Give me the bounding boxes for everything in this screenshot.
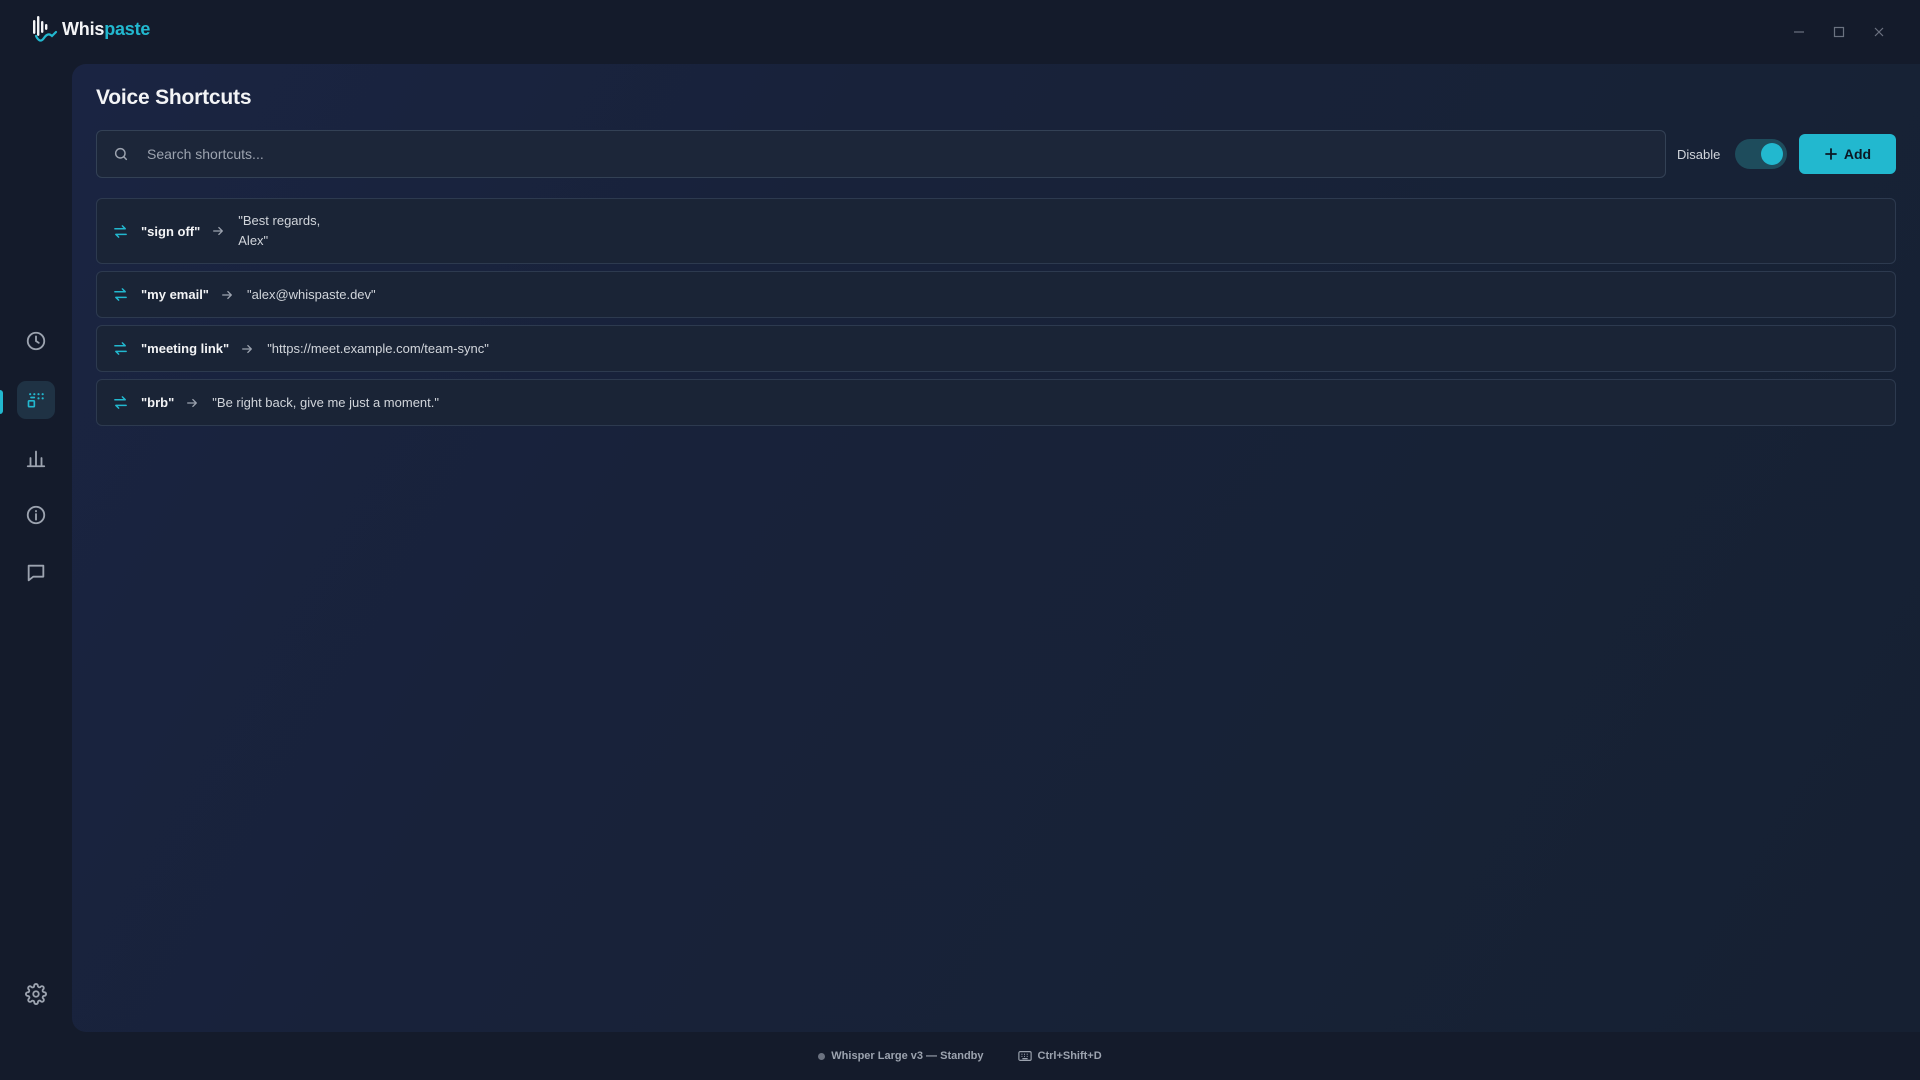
waveform-logo-icon xyxy=(33,16,58,42)
app-logo: Whispaste xyxy=(32,14,150,44)
minimize-button[interactable] xyxy=(1787,20,1811,44)
swap-icon xyxy=(113,223,129,239)
info-icon xyxy=(26,505,46,525)
app-name: Whispaste xyxy=(62,19,150,40)
arrow-right-icon xyxy=(212,224,226,238)
toggle-knob xyxy=(1761,143,1783,165)
shortcut-trigger: "meeting link" xyxy=(141,341,230,356)
title-bar: Whispaste xyxy=(0,0,1920,62)
shortcut-row[interactable]: "meeting link" "https://meet.example.com… xyxy=(96,325,1896,372)
swap-icon xyxy=(113,287,129,303)
active-indicator xyxy=(0,390,3,414)
status-bar: Whisper Large v3 — Standby Ctrl+Shift+D xyxy=(0,1032,1920,1080)
status-dot xyxy=(818,1052,826,1060)
plus-icon xyxy=(1824,148,1837,160)
app-window: Whispaste Voice Shortcuts Search shortcu… xyxy=(0,0,1920,1080)
maximize-button[interactable] xyxy=(1827,20,1851,44)
add-label: Add xyxy=(1843,146,1872,162)
model-status: Whisper Large v3 — Standby xyxy=(818,1050,984,1062)
maximize-icon xyxy=(1833,26,1845,38)
arrow-right-icon xyxy=(186,396,200,410)
hotkey-text: Ctrl+Shift+D xyxy=(1037,1050,1102,1062)
keyboard-icon xyxy=(1017,1051,1032,1061)
message-icon xyxy=(27,564,45,582)
minimize-icon xyxy=(1794,31,1804,33)
close-button[interactable] xyxy=(1867,20,1891,44)
shortcut-trigger: "brb" xyxy=(141,395,175,410)
disable-label: Disable xyxy=(1677,147,1721,162)
shortcut-expansion: "https://meet.example.com/team-sync" xyxy=(267,340,489,356)
shortcuts-icon xyxy=(27,393,44,408)
search-icon xyxy=(113,145,131,163)
shortcut-row[interactable]: "brb" "Be right back, give me just a mom… xyxy=(96,379,1896,426)
arrow-right-icon xyxy=(241,342,255,356)
main-panel: Voice Shortcuts Disable Add "sign off" xyxy=(72,64,1920,1032)
shortcut-expansion: "Be right back, give me just a moment." xyxy=(212,394,439,410)
arrow-right-icon xyxy=(221,288,235,302)
sidebar xyxy=(0,62,72,1032)
shortcut-trigger: "sign off" xyxy=(141,223,201,239)
close-icon xyxy=(1874,27,1884,37)
sidebar-item-feedback[interactable] xyxy=(17,554,55,592)
add-shortcut-button[interactable]: Add xyxy=(1799,134,1896,174)
shortcut-expansion: "Best regards, Alex" xyxy=(238,213,321,248)
sidebar-item-history[interactable] xyxy=(17,322,55,360)
sidebar-item-stats[interactable] xyxy=(17,439,55,477)
swap-icon xyxy=(113,395,129,411)
sidebar-item-settings[interactable] xyxy=(17,975,55,1013)
hotkey-status: Ctrl+Shift+D xyxy=(1017,1050,1102,1062)
search-input[interactable] xyxy=(147,131,1665,177)
shortcut-row[interactable]: "sign off" "Best regards, Alex" xyxy=(96,198,1896,264)
shortcut-trigger: "my email" xyxy=(141,287,209,302)
model-status-text: Whisper Large v3 — Standby xyxy=(831,1050,984,1062)
bar-chart-icon xyxy=(26,450,46,468)
disable-toggle[interactable] xyxy=(1735,139,1787,169)
shortcut-row[interactable]: "my email" "alex@whispaste.dev" xyxy=(96,271,1896,318)
sidebar-item-about[interactable] xyxy=(17,496,55,534)
sidebar-item-voice-shortcuts[interactable] xyxy=(17,381,55,419)
shortcut-expansion: "alex@whispaste.dev" xyxy=(246,286,376,302)
app-name-part-2: paste xyxy=(104,18,151,39)
app-name-part-1: Whis xyxy=(62,18,105,39)
page-title: Voice Shortcuts xyxy=(96,86,252,109)
clock-icon xyxy=(26,331,46,351)
swap-icon xyxy=(113,341,129,357)
search-box[interactable] xyxy=(96,130,1666,178)
gear-icon xyxy=(25,983,47,1005)
